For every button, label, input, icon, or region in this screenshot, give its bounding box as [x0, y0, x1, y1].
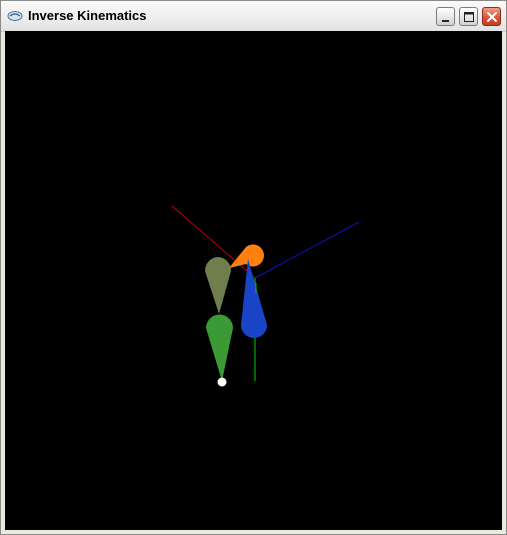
z-axis-line: [254, 221, 360, 279]
left-thigh-segment: [205, 257, 231, 314]
gl-viewport[interactable]: [5, 31, 502, 530]
opengl-window-icon[interactable]: [7, 9, 23, 21]
maximize-button[interactable]: [459, 7, 478, 26]
title-bar[interactable]: Inverse Kinematics: [1, 1, 506, 32]
minimize-icon: [442, 20, 449, 22]
ik-target-marker: [217, 377, 227, 387]
right-thigh-segment: [229, 244, 264, 268]
ik-scene: [171, 205, 360, 387]
maximize-icon: [464, 12, 474, 22]
left-shin-segment: [206, 314, 233, 381]
right-shin-segment: [241, 259, 267, 338]
minimize-button[interactable]: [436, 7, 455, 26]
window-title: Inverse Kinematics: [28, 8, 147, 23]
close-icon: [487, 12, 497, 22]
close-button[interactable]: [482, 7, 501, 26]
app-window: Inverse Kinematics: [0, 0, 507, 535]
